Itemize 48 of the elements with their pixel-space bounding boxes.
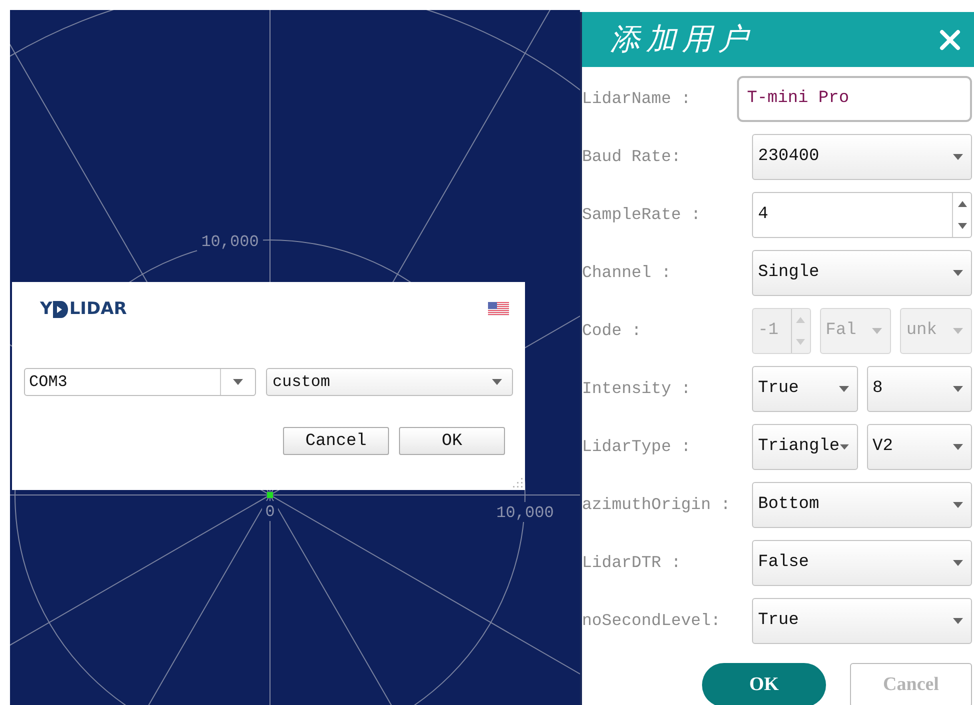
dialog-button[interactable]: Cancel — [283, 427, 389, 455]
dropdown-caret-icon — [953, 386, 963, 392]
panel-title: 添加用户 — [610, 22, 754, 58]
dropdown-caret-icon — [953, 270, 963, 276]
dropdown-caret-icon — [953, 502, 963, 508]
ok-button[interactable]: OK — [702, 663, 826, 705]
dialog-button[interactable]: OK — [399, 427, 505, 455]
up-arrow-icon[interactable] — [958, 200, 966, 206]
axis-label: 0 — [265, 503, 275, 521]
dropdown[interactable]: True — [752, 598, 972, 644]
field-label: LidarType : — [582, 437, 692, 456]
dropdown-caret-icon — [953, 618, 963, 624]
field-label: Intensity : — [582, 379, 692, 398]
dropdown[interactable]: 8 — [866, 366, 972, 412]
dropdown[interactable]: Single — [752, 250, 972, 296]
field-label: noSecondLevel: — [582, 611, 722, 630]
dropdown[interactable]: True — [752, 366, 858, 412]
dropdown[interactable]: False — [752, 540, 972, 586]
dropdown[interactable]: Bottom — [752, 482, 972, 528]
dropdown-caret-icon — [953, 560, 963, 566]
dropdown-caret-icon — [872, 328, 882, 334]
dropdown[interactable]: V2 — [866, 424, 972, 470]
down-arrow-icon[interactable] — [958, 222, 966, 228]
field-label: LidarDTR : — [582, 553, 682, 572]
logo: Y LIDAR — [40, 299, 127, 319]
axis-label: 10,000 — [201, 233, 259, 251]
field-label: SampleRate : — [582, 205, 702, 224]
spin-box[interactable]: 4 — [752, 192, 972, 238]
dropdown-caret-icon — [953, 154, 963, 160]
field-label: Channel : — [582, 263, 672, 282]
field-label: azimuthOrigin : — [582, 495, 732, 514]
dropdown-caret-icon — [492, 379, 502, 385]
dropdown-caret-icon — [838, 386, 848, 392]
name-input[interactable]: T-mini Pro — [737, 76, 972, 122]
dropdown-caret-icon — [953, 328, 964, 334]
field-label: Baud Rate: — [582, 147, 682, 166]
dropdown[interactable]: 230400 — [752, 134, 972, 180]
dropdown-caret-icon — [953, 444, 963, 450]
dropdown-caret-icon — [232, 379, 242, 385]
field-label: Code : — [582, 321, 642, 340]
field-label: LidarName : — [582, 89, 692, 108]
mode-dropdown[interactable]: custom — [266, 368, 513, 396]
axis-label: 10,000 — [496, 504, 554, 522]
flag-icon[interactable] — [488, 302, 509, 316]
dropdown-caret-icon — [840, 444, 848, 450]
resize-grip-icon[interactable] — [511, 476, 523, 488]
port-combo-box[interactable]: COM3 — [24, 368, 256, 396]
dropdown[interactable]: Triangle — [752, 424, 858, 470]
